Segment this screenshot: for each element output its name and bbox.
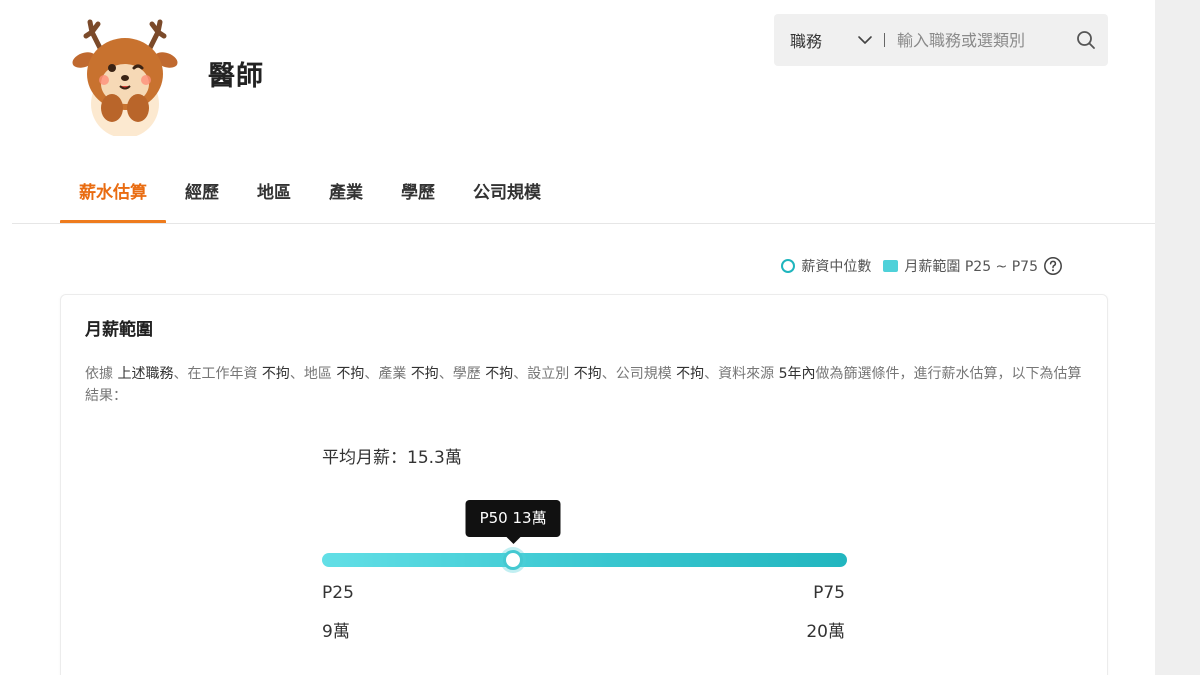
p25-value: 9萬 <box>322 622 350 642</box>
tab-experience[interactable]: 經歷 <box>166 168 238 224</box>
tab-education[interactable]: 學歷 <box>382 168 454 224</box>
salary-tabs: 薪水估算 經歷 地區 產業 學歷 公司規模 <box>60 168 560 224</box>
description-text: 依據 <box>85 366 118 382</box>
filter-value: 不拘 <box>336 366 365 382</box>
card-description: 依據 上述職務、在工作年資 不拘、地區 不拘、產業 不拘、學歷 不拘、設立別 不… <box>85 363 1085 407</box>
description-text: 、資料來源 <box>704 366 779 382</box>
filter-value: 不拘 <box>410 366 439 382</box>
chevron-down-icon[interactable] <box>856 31 874 49</box>
card-title: 月薪範圍 <box>85 320 153 340</box>
tab-industry[interactable]: 產業 <box>310 168 382 224</box>
page-gutter <box>1155 0 1200 675</box>
average-salary: 平均月薪：15.3萬 <box>322 443 462 468</box>
search-input[interactable] <box>897 30 1069 50</box>
legend-median-label: 薪資中位數 <box>801 259 872 275</box>
chart-legend: 薪資中位數 月薪範圍 P25 ~ P75 <box>781 256 1063 276</box>
average-salary-label: 平均月薪： <box>322 448 407 468</box>
description-text: 、在工作年資 <box>173 366 262 382</box>
search-divider <box>884 33 885 47</box>
page-title: 醫師 <box>208 61 264 92</box>
median-marker[interactable] <box>503 550 524 570</box>
tab-salary-estimate[interactable]: 薪水估算 <box>60 168 166 224</box>
legend-range-label: 月薪範圍 P25 ~ P75 <box>904 259 1038 275</box>
p25-label: P25 <box>322 583 354 603</box>
range-swatch-icon <box>883 260 899 272</box>
page: 醫師 職務 薪水估算 經歷 地區 產業 學歷 公司規模 薪資中位數 月薪範圍 P… <box>0 0 1155 675</box>
filter-value: 不拘 <box>485 366 514 382</box>
median-tooltip: P50 13萬 <box>465 500 561 544</box>
monthly-salary-card: 月薪範圍 依據 上述職務、在工作年資 不拘、地區 不拘、產業 不拘、學歷 不拘、… <box>60 294 1108 675</box>
description-text: 、學歷 <box>438 366 486 382</box>
filter-value: 5年內 <box>778 366 816 382</box>
p75-label: P75 <box>813 583 845 603</box>
deer-mascot-avatar <box>72 19 178 136</box>
tab-divider <box>12 223 1155 224</box>
average-salary-value: 15.3萬 <box>407 448 462 468</box>
description-text: 、產業 <box>364 366 411 382</box>
filter-value: 不拘 <box>261 366 290 382</box>
search-category-select[interactable]: 職務 <box>790 28 846 52</box>
job-search-box: 職務 <box>774 14 1108 66</box>
search-icon[interactable] <box>1075 29 1097 51</box>
filter-value: 上述職務 <box>117 366 174 382</box>
p75-value: 20萬 <box>806 622 845 642</box>
median-ring-icon <box>781 259 796 273</box>
description-text: 、公司規模 <box>601 366 677 382</box>
salary-range-bar <box>322 553 847 567</box>
description-text: 、設立別 <box>513 366 574 382</box>
tab-region[interactable]: 地區 <box>238 168 310 224</box>
description-text: 、地區 <box>289 366 337 382</box>
filter-value: 不拘 <box>676 366 705 382</box>
help-icon[interactable] <box>1043 256 1063 276</box>
tab-company-size[interactable]: 公司規模 <box>454 168 560 224</box>
filter-value: 不拘 <box>573 366 602 382</box>
